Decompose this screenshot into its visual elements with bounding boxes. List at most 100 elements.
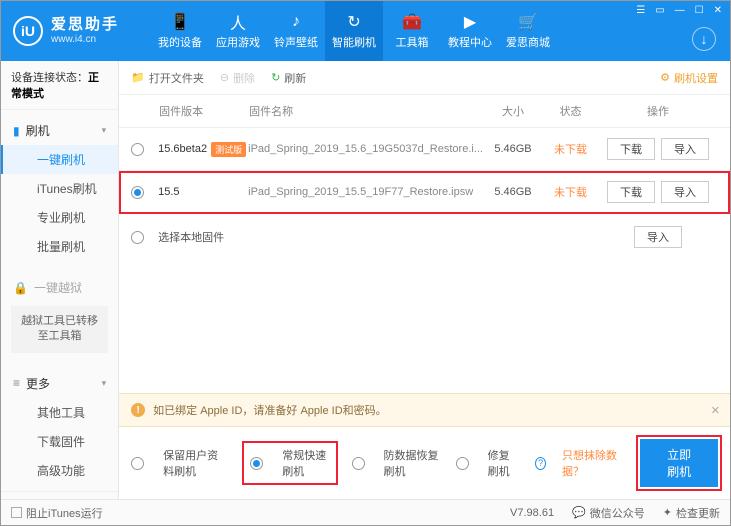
firmware-name: iPad_Spring_2019_15.6_19G5037d_Restore.i… — [248, 143, 483, 155]
sidebar-item-other[interactable]: 其他工具 — [1, 398, 118, 427]
flash-icon: ↻ — [345, 13, 363, 31]
firmware-radio[interactable] — [131, 186, 144, 199]
close-icon[interactable]: ✕ — [712, 5, 724, 16]
toolbar-label: 刷机设置 — [674, 70, 718, 86]
radio-icon — [131, 457, 144, 470]
sidebar-item-batch[interactable]: 批量刷机 — [1, 232, 118, 261]
nav-device[interactable]: 📱我的设备 — [151, 1, 209, 61]
col-version: 固件版本 — [159, 103, 249, 119]
sidebar-item-download[interactable]: 下载固件 — [1, 427, 118, 456]
flash-now-button[interactable]: 立即刷机 — [640, 439, 718, 487]
open-folder-button[interactable]: 📁打开文件夹 — [131, 70, 204, 86]
nav-label: 铃声壁纸 — [274, 34, 318, 50]
mode-label: 修复刷机 — [488, 447, 517, 479]
connection-label: 设备连接状态： — [11, 72, 88, 84]
device-icon: 📱 — [171, 13, 189, 31]
app-header: iU 爱思助手 www.i4.cn 📱我的设备 人应用游戏 ♪铃声壁纸 ↻智能刷… — [1, 1, 730, 61]
more-icon: ≡ — [13, 376, 20, 390]
firmware-row[interactable]: 15.6beta2 测试版 iPad_Spring_2019_15.6_19G50… — [119, 128, 730, 171]
firmware-radio[interactable] — [131, 143, 144, 156]
wechat-link[interactable]: 💬微信公众号 — [572, 505, 645, 521]
flash-settings-button[interactable]: ⚙刷机设置 — [660, 70, 718, 86]
nav-label: 应用游戏 — [216, 34, 260, 50]
mode-anti-recovery[interactable]: 防数据恢复刷机 — [352, 447, 440, 479]
status-bar: 阻止iTunes运行 V7.98.61 💬微信公众号 ✦ 检查更新 — [1, 499, 730, 525]
download-icon[interactable]: ↓ — [692, 27, 716, 51]
table-header: 固件版本 固件名称 大小 状态 操作 — [119, 95, 730, 128]
mode-keep-data[interactable]: 保留用户资料刷机 — [131, 447, 228, 479]
sidebar-item-pro[interactable]: 专业刷机 — [1, 203, 118, 232]
import-button[interactable]: 导入 — [661, 181, 709, 203]
sidebar-group-more[interactable]: ≡ 更多 ▾ — [1, 369, 118, 398]
radio-icon — [456, 457, 469, 470]
firmware-name: iPad_Spring_2019_15.5_19F77_Restore.ipsw — [248, 186, 483, 198]
col-name: 固件名称 — [249, 103, 483, 119]
update-icon: ✦ — [663, 506, 672, 519]
connection-status: 设备连接状态：正常模式 — [1, 61, 118, 110]
firmware-size: 5.46GB — [483, 143, 543, 155]
firmware-row[interactable]: 15.5 iPad_Spring_2019_15.5_19F77_Restore… — [119, 171, 730, 214]
firmware-status: 未下载 — [543, 184, 598, 200]
col-size: 大小 — [483, 103, 543, 119]
beta-badge: 测试版 — [211, 142, 246, 157]
menu-icon[interactable]: ☰ — [634, 5, 647, 16]
chevron-down-icon: ▾ — [102, 378, 107, 389]
mode-label: 常规快速刷机 — [282, 447, 329, 479]
local-firmware-row[interactable]: 选择本地固件 导入 — [119, 214, 730, 260]
lock-icon: 🔒 — [13, 281, 28, 295]
local-firmware-radio[interactable] — [131, 231, 144, 244]
help-icon[interactable]: ? — [535, 457, 546, 470]
download-button[interactable]: 下载 — [607, 138, 655, 160]
import-button[interactable]: 导入 — [634, 226, 682, 248]
nav-store[interactable]: 🛒爱思商城 — [499, 1, 557, 61]
skin-icon[interactable]: ▭ — [653, 5, 666, 16]
local-firmware-label: 选择本地固件 — [158, 229, 598, 245]
erase-data-link[interactable]: 只想抹除数据？ — [562, 447, 624, 479]
folder-icon: 📁 — [131, 71, 145, 84]
nav-flash[interactable]: ↻智能刷机 — [325, 1, 383, 61]
close-icon[interactable]: ✕ — [711, 404, 720, 417]
firmware-size: 5.46GB — [483, 186, 543, 198]
download-button[interactable]: 下载 — [607, 181, 655, 203]
brand: iU 爱思助手 www.i4.cn — [1, 16, 131, 46]
block-itunes-option[interactable]: 阻止iTunes运行 — [11, 505, 103, 521]
toolbar: 📁打开文件夹 ⊖删除 ↻刷新 ⚙刷机设置 — [119, 61, 730, 95]
nav-ringtones[interactable]: ♪铃声壁纸 — [267, 1, 325, 61]
toolbox-icon: 🧰 — [403, 13, 421, 31]
refresh-button[interactable]: ↻刷新 — [271, 70, 306, 86]
sidebar-group-jailbreak[interactable]: 🔒 一键越狱 — [1, 273, 118, 302]
brand-name: 爱思助手 — [51, 17, 119, 34]
checkbox-icon[interactable] — [11, 507, 22, 518]
sidebar-item-oneclick[interactable]: 一键刷机 — [1, 145, 118, 174]
notice-bar: ! 如已绑定 Apple ID，请准备好 Apple ID和密码。 ✕ — [119, 393, 730, 427]
version-label: V7.98.61 — [510, 507, 554, 519]
mode-label: 防数据恢复刷机 — [384, 447, 440, 479]
play-icon: ▶ — [461, 13, 479, 31]
maximize-icon[interactable]: ☐ — [693, 5, 706, 16]
check-update-button[interactable]: ✦ 检查更新 — [663, 505, 720, 521]
sidebar-group-label: 一键越狱 — [34, 279, 82, 296]
check-update-label: 检查更新 — [676, 505, 720, 521]
warning-icon: ! — [131, 403, 145, 417]
firmware-version: 15.6beta2 — [158, 143, 207, 155]
delete-button[interactable]: ⊖删除 — [220, 70, 255, 86]
sidebar-item-itunes[interactable]: iTunes刷机 — [1, 174, 118, 203]
import-button[interactable]: 导入 — [661, 138, 709, 160]
mode-normal-fast[interactable]: 常规快速刷机 — [244, 443, 335, 483]
sidebar-group-flash[interactable]: ▮ 刷机 ▾ — [1, 116, 118, 145]
minimize-icon[interactable]: — — [673, 5, 687, 16]
sidebar-options: 自动激活 跳过向导 — [1, 491, 118, 499]
nav-toolbox[interactable]: 🧰 工具箱 — [383, 1, 441, 61]
sidebar: 设备连接状态：正常模式 ▮ 刷机 ▾ 一键刷机 iTunes刷机 专业刷机 批量… — [1, 61, 119, 499]
apps-icon: 人 — [229, 13, 247, 31]
phone-icon: ▮ — [13, 124, 20, 138]
flash-options: 保留用户资料刷机 常规快速刷机 防数据恢复刷机 修复刷机 ? 只想抹除数据？ 立… — [119, 427, 730, 499]
mode-repair[interactable]: 修复刷机 — [456, 447, 517, 479]
sidebar-item-advanced[interactable]: 高级功能 — [1, 456, 118, 485]
brand-url: www.i4.cn — [51, 34, 119, 45]
top-nav: 📱我的设备 人应用游戏 ♪铃声壁纸 ↻智能刷机 🧰 工具箱 ▶教程中心 🛒爱思商城 — [151, 1, 557, 61]
nav-label: 工具箱 — [396, 34, 429, 50]
nav-apps[interactable]: 人应用游戏 — [209, 1, 267, 61]
firmware-version: 15.5 — [158, 186, 179, 198]
nav-tutorials[interactable]: ▶教程中心 — [441, 1, 499, 61]
